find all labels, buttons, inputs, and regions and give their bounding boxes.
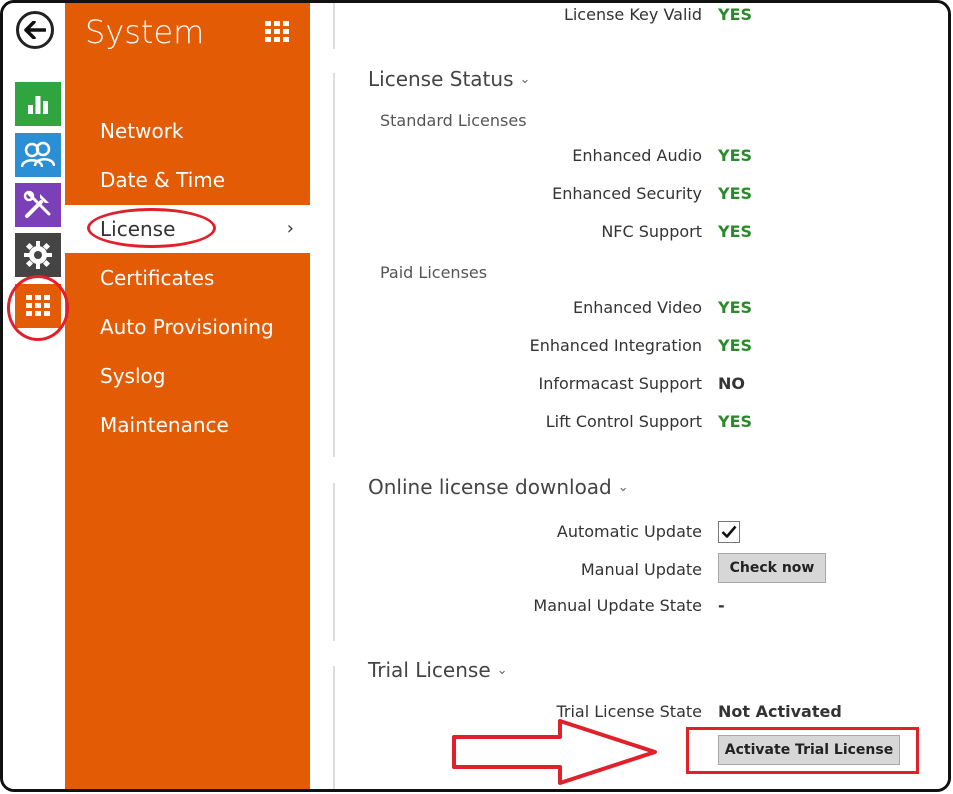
grid-menu-icon[interactable] <box>265 21 289 47</box>
directory-users-icon[interactable] <box>15 133 61 177</box>
system-sidebar: System Network Date & Time License › Cert… <box>65 3 310 789</box>
highlight-box <box>686 727 919 774</box>
main-icon-bar <box>3 3 65 789</box>
section-divider <box>333 73 335 457</box>
chevron-down-icon: ⌄ <box>519 72 531 87</box>
services-gear-icon[interactable] <box>15 233 61 277</box>
lift-control-support-value: YES <box>718 412 753 431</box>
sidebar-item-label: Network <box>100 119 184 143</box>
standard-licenses-title: Standard Licenses <box>380 111 527 130</box>
paid-licenses-title: Paid Licenses <box>380 263 488 282</box>
license-status-header[interactable]: License Status ⌄ <box>368 67 530 91</box>
sidebar-item-label: Certificates <box>100 266 215 290</box>
license-content: License Key Valid YES License Status ⌄ St… <box>311 3 948 789</box>
chevron-down-icon: ⌄ <box>496 663 508 678</box>
hardware-tools-icon[interactable] <box>15 183 61 227</box>
nfc-support-label: NFC Support <box>601 222 702 241</box>
section-divider <box>333 483 335 641</box>
sidebar-item-label: Maintenance <box>100 413 229 437</box>
enhanced-audio-label: Enhanced Audio <box>572 146 702 165</box>
sidebar-item-network[interactable]: Network <box>65 107 310 155</box>
chevron-right-icon: › <box>286 218 294 239</box>
check-now-button[interactable]: Check now <box>718 553 826 583</box>
informacast-support-value: NO <box>718 374 745 393</box>
highlight-circle <box>7 275 69 341</box>
manual-update-state-label: Manual Update State <box>533 596 702 615</box>
automatic-update-label: Automatic Update <box>556 522 702 541</box>
enhanced-security-label: Enhanced Security <box>552 184 702 203</box>
enhanced-audio-value: YES <box>718 146 753 165</box>
sidebar-item-maintenance[interactable]: Maintenance <box>65 401 310 449</box>
enhanced-security-value: YES <box>718 184 753 203</box>
section-divider <box>333 3 335 49</box>
trial-license-state-value: Not Activated <box>718 702 842 721</box>
manual-update-state-value: - <box>718 596 725 615</box>
chevron-down-icon: ⌄ <box>617 480 629 495</box>
sidebar-item-label: Auto Provisioning <box>100 315 274 339</box>
enhanced-video-value: YES <box>718 298 753 317</box>
license-key-valid-value: YES <box>718 5 753 24</box>
online-download-header[interactable]: Online license download ⌄ <box>368 475 629 499</box>
enhanced-video-label: Enhanced Video <box>572 298 702 317</box>
app-window: System Network Date & Time License › Cert… <box>0 0 951 792</box>
sidebar-title: System <box>85 13 205 51</box>
enhanced-integration-value: YES <box>718 336 753 355</box>
pointer-arrow-icon <box>452 719 657 785</box>
lift-control-support-label: Lift Control Support <box>545 412 702 431</box>
enhanced-integration-label: Enhanced Integration <box>529 336 702 355</box>
section-divider <box>333 666 335 789</box>
sidebar-item-date-time[interactable]: Date & Time <box>65 156 310 204</box>
section-title: Trial License <box>368 658 491 682</box>
sidebar-item-certificates[interactable]: Certificates <box>65 254 310 302</box>
sidebar-item-auto-provisioning[interactable]: Auto Provisioning <box>65 303 310 351</box>
sidebar-item-label: Syslog <box>100 364 166 388</box>
license-key-valid-label: License Key Valid <box>563 5 702 24</box>
nfc-support-value: YES <box>718 222 753 241</box>
highlight-oval <box>87 208 216 248</box>
checkmark-icon <box>721 525 737 538</box>
automatic-update-checkbox[interactable] <box>718 521 740 543</box>
sidebar-item-syslog[interactable]: Syslog <box>65 352 310 400</box>
section-title: License Status <box>368 67 514 91</box>
trial-license-header[interactable]: Trial License ⌄ <box>368 658 508 682</box>
section-title: Online license download <box>368 475 612 499</box>
informacast-support-label: Informacast Support <box>538 374 702 393</box>
dashboard-chart-icon[interactable] <box>15 82 61 126</box>
sidebar-item-label: Date & Time <box>100 168 226 192</box>
back-arrow-icon[interactable] <box>16 11 54 49</box>
manual-update-label: Manual Update <box>580 560 702 579</box>
